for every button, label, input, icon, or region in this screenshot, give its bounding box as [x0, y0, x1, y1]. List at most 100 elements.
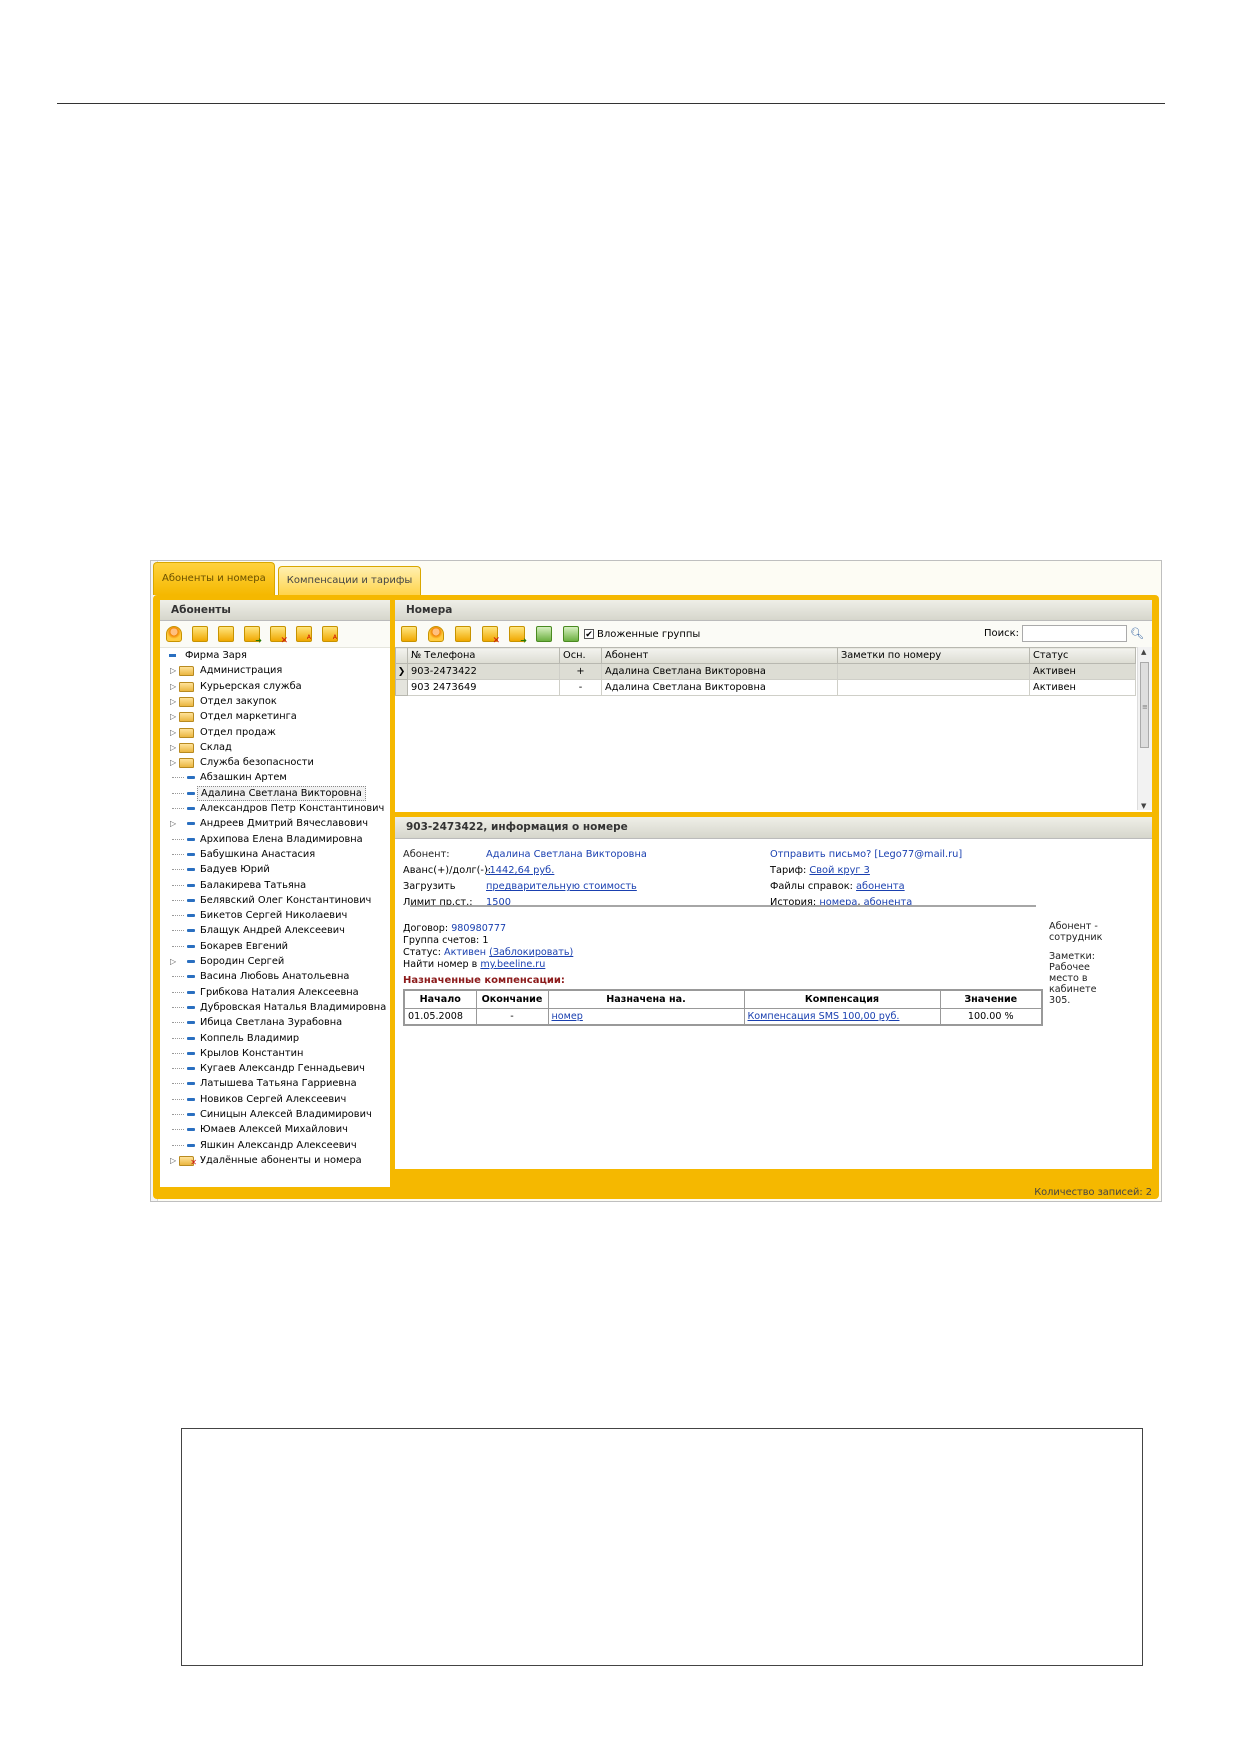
tree-connector	[172, 1098, 184, 1100]
cell-phone[interactable]: 903-2473422	[407, 663, 560, 680]
tree-subscriber-label: Ибица Светлана Зурабовна	[200, 1017, 343, 1029]
tree-folder-label: Отдел маркетинга	[200, 711, 297, 723]
nested-groups-check-icon[interactable]: ✔	[584, 629, 594, 640]
tree-subscriber-label: Бокарев Евгений	[200, 940, 289, 952]
comp-assigned-link[interactable]: номер	[552, 1011, 583, 1022]
subscriber-icon	[187, 1051, 195, 1055]
delete-icon[interactable]	[270, 626, 288, 646]
load-cost-link[interactable]: предварительную стоимость	[486, 881, 637, 892]
move-icon[interactable]	[244, 626, 262, 645]
refresh-icon[interactable]	[563, 626, 579, 642]
notes-line: кабинете	[1049, 984, 1097, 995]
col-header-phone[interactable]: № Телефона	[407, 647, 560, 664]
expand-arrow-icon[interactable]: ▷	[170, 1153, 176, 1168]
find-link[interactable]: my.beeline.ru	[480, 959, 545, 970]
tree-connector	[172, 869, 184, 871]
cell-subscriber[interactable]: Адалина Светлана Викторовна	[601, 663, 838, 680]
edit-icon[interactable]	[218, 626, 234, 642]
subscriber-value: Адалина Светлана Викторовна	[486, 849, 647, 860]
status-bar-records: Количество записей: 2	[1034, 1187, 1152, 1198]
cell-phone[interactable]: 903 2473649	[407, 679, 560, 696]
table-row[interactable]: 903 2473649 - Адалина Светлана Викторовн…	[395, 679, 1136, 696]
info-divider	[410, 905, 1036, 907]
col-header-status[interactable]: Статус	[1029, 647, 1136, 664]
add-number-icon[interactable]	[401, 626, 417, 642]
status-label: Статус:	[403, 947, 441, 958]
sort-az-icon[interactable]	[296, 626, 312, 642]
col-header-subscriber[interactable]: Абонент	[601, 647, 838, 664]
scroll-up-icon[interactable]: ▲	[1141, 648, 1146, 656]
expand-arrow-icon[interactable]: ▷	[170, 725, 176, 740]
folder-icon	[179, 742, 194, 753]
tree-connector	[172, 1037, 184, 1039]
expand-arrow-icon[interactable]: ▷	[170, 663, 176, 678]
folder-icon	[179, 758, 194, 769]
send-mail-link[interactable]: Отправить письмо? [Lego77@mail.ru]	[770, 849, 962, 860]
expand-arrow-icon[interactable]: ▷	[170, 755, 176, 770]
subscriber-label: Абонент:	[403, 849, 450, 860]
expand-arrow-icon[interactable]: ▷	[170, 816, 176, 831]
cell-main[interactable]: +	[559, 663, 602, 680]
cell-status[interactable]: Активен	[1029, 663, 1136, 680]
tab-compensations-tariffs[interactable]: Компенсации и тарифы	[277, 566, 422, 595]
numbers-toolbar: ✔ Вложенные группы Поиск: 🔍︎	[395, 621, 1152, 648]
assign-subscriber-icon[interactable]	[428, 626, 444, 642]
move-number-icon[interactable]	[509, 626, 527, 645]
block-link[interactable]: (Заблокировать)	[489, 947, 573, 958]
subscribers-panel-title: Абоненты	[160, 600, 390, 621]
sort-za-icon[interactable]	[322, 626, 338, 642]
grid-corner	[395, 647, 408, 664]
tree-subscriber-label: Грибкова Наталия Алексеевна	[200, 986, 359, 998]
add-group-icon[interactable]	[192, 626, 208, 642]
files-link[interactable]: абонента	[856, 881, 905, 892]
numbers-scrollbar[interactable]: ▲ ≡ ▼	[1137, 647, 1152, 810]
tree-folder-label: Склад	[200, 741, 232, 753]
subscriber-icon	[187, 807, 195, 810]
balance-label: Аванс(+)/долг(-):	[403, 865, 492, 876]
expand-arrow-icon[interactable]: ▷	[170, 694, 176, 709]
row-indicator-icon: ❯	[395, 663, 408, 680]
table-row[interactable]: ❯ 903-2473422 + Адалина Светлана Викторо…	[395, 663, 1136, 680]
tree-connector	[172, 1022, 184, 1024]
subscribers-tree: Фирма Заря ▷ Администрация ▷ Курьерская служ…	[160, 648, 390, 1187]
search-input[interactable]	[1022, 625, 1128, 642]
edit-number-icon[interactable]	[455, 626, 471, 642]
col-header-notes[interactable]: Заметки по номеру	[837, 647, 1030, 664]
cell-notes[interactable]	[837, 663, 1030, 680]
expand-arrow-icon[interactable]: ▷	[170, 709, 176, 724]
comp-compensation-link[interactable]: Компенсация SMS 100,00 руб.	[748, 1011, 900, 1022]
expand-arrow-icon[interactable]: ▷	[170, 679, 176, 694]
info-subscriber-row: Абонент:	[403, 849, 450, 860]
tariff-link[interactable]: Свой круг 3	[809, 865, 870, 876]
add-subscriber-icon[interactable]	[166, 626, 182, 642]
cell-status[interactable]: Активен	[1029, 679, 1136, 696]
nested-groups-checkbox[interactable]: ✔ Вложенные группы	[584, 629, 700, 640]
contract-value: 980980777	[451, 923, 507, 934]
row-indicator	[395, 679, 408, 696]
tree-deleted-label: Удалённые абоненты и номера	[200, 1154, 362, 1166]
compensations-table: Начало Окончание Назначена на. Компенсац…	[403, 989, 1043, 1026]
notes-line: 305.	[1049, 995, 1071, 1006]
export-icon[interactable]	[536, 626, 552, 642]
subscriber-icon	[187, 1128, 195, 1132]
cell-main[interactable]: -	[559, 679, 602, 696]
numbers-panel-title: Номера	[395, 600, 1152, 621]
tab-subscribers-numbers[interactable]: Абоненты и номера	[153, 562, 275, 595]
delete-number-icon[interactable]	[482, 626, 500, 646]
tree-subscriber-label: Латышева Татьяна Гарриевна	[200, 1078, 357, 1090]
balance-link[interactable]: -1442,64 руб.	[486, 865, 554, 876]
scroll-down-icon[interactable]: ▼	[1141, 802, 1146, 810]
cell-subscriber[interactable]: Адалина Светлана Викторовна	[601, 679, 838, 696]
expand-arrow-icon[interactable]: ▷	[170, 954, 176, 969]
find-row: Найти номер в my.beeline.ru	[403, 959, 545, 970]
col-header-main[interactable]: Осн.	[559, 647, 602, 664]
tree-connector	[172, 1114, 184, 1115]
expand-arrow-icon[interactable]: ▷	[170, 740, 176, 755]
search-icon[interactable]: 🔍︎	[1130, 627, 1144, 640]
comp-start: 01.05.2008	[403, 1008, 477, 1026]
cell-notes[interactable]	[837, 679, 1030, 696]
comp-header-start: Начало	[403, 989, 477, 1009]
role-note-line: Абонент -	[1049, 921, 1098, 932]
tree-subscriber-label: Бикетов Сергей Николаевич	[200, 910, 348, 922]
tree-folder-label: Администрация	[200, 665, 283, 677]
